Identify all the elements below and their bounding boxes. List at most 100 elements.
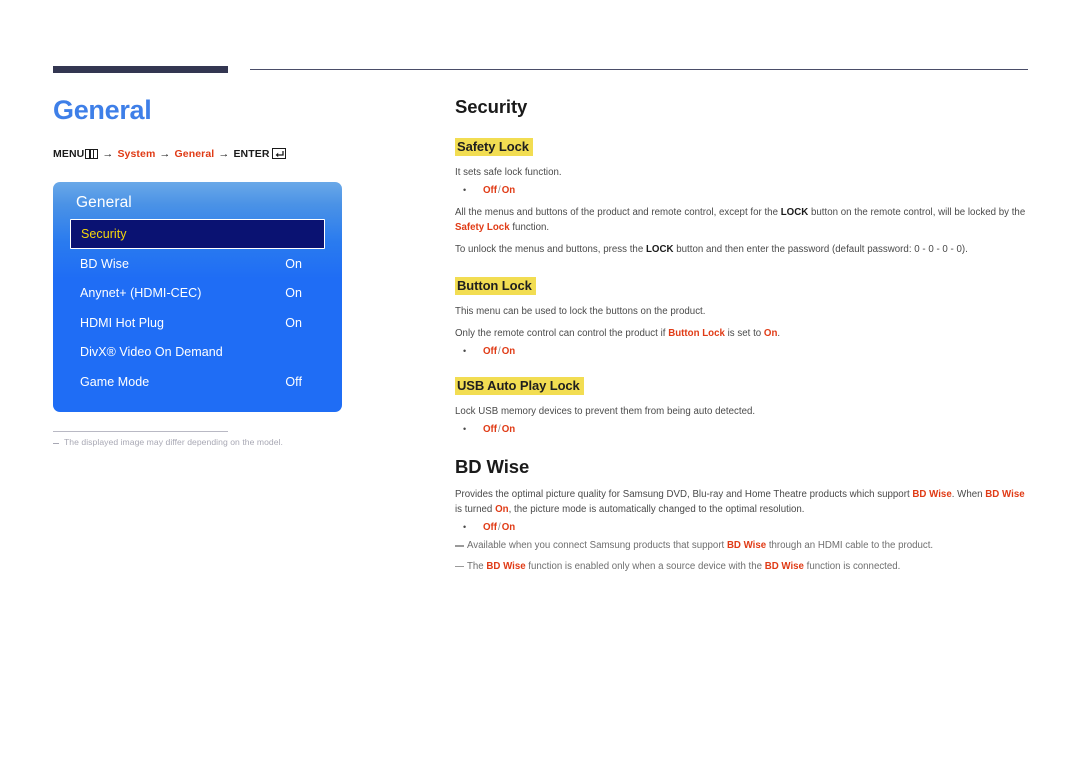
bullet-dot-icon: • <box>463 522 467 533</box>
breadcrumb-enter-label: ENTER <box>233 147 270 160</box>
bullet-dot-icon: • <box>463 346 467 357</box>
safety-lock-para-2: All the menus and buttons of the product… <box>455 205 1028 235</box>
bd-wise-name: BD Wise <box>726 540 767 552</box>
footnote-text: The displayed image may differ depending… <box>64 437 283 447</box>
button-lock-on-value: On <box>763 328 778 340</box>
bd-wise-desc-c: is turned <box>455 504 496 516</box>
osd-item-label: DivX® Video On Demand <box>80 345 223 360</box>
osd-item-value: On <box>285 286 302 301</box>
osd-item-label: HDMI Hot Plug <box>80 315 165 330</box>
breadcrumb-system-label: System <box>117 147 156 160</box>
safety-lock-desc: It sets safe lock function. <box>455 167 562 178</box>
option-on: On <box>501 185 516 197</box>
safety-lock-options: • Off/On <box>455 185 1028 196</box>
osd-item-label: BD Wise <box>80 256 129 271</box>
osd-item-game-mode[interactable]: Game Mode Off <box>70 367 325 397</box>
bullet-dot-icon: • <box>463 185 467 196</box>
breadcrumb-arrow-2: → <box>159 147 171 160</box>
bd-wise-note-1-b: through an HDMI cable to the product. <box>766 540 934 552</box>
page-title: General <box>53 95 152 125</box>
breadcrumb-arrow-1: → <box>102 147 114 160</box>
breadcrumb: MENU → System → General → ENTER <box>53 148 413 160</box>
safety-lock-para-2-b: button on the remote control, will be lo… <box>808 207 1026 219</box>
button-lock-desc-2: Only the remote control can control the … <box>455 326 1028 341</box>
osd-footnote: The displayed image may differ depending… <box>53 437 383 447</box>
subsection-heading-usb-auto-play-lock: USB Auto Play Lock <box>455 377 584 396</box>
header-rule-thick <box>53 66 228 73</box>
safety-lock-para-3: To unlock the menus and buttons, press t… <box>455 242 1028 257</box>
subsection-heading-button-lock: Button Lock <box>455 277 536 296</box>
button-lock-desc-1: This menu can be used to lock the button… <box>455 306 706 318</box>
breadcrumb-menu-label: MENU <box>53 147 85 160</box>
option-on: On <box>501 346 516 358</box>
button-lock-desc-2-c: . <box>777 328 781 340</box>
menu-grid-icon <box>85 148 99 159</box>
button-lock-name: Button Lock <box>668 328 725 340</box>
bd-wise-desc-b: . When <box>951 489 986 501</box>
osd-item-bd-wise[interactable]: BD Wise On <box>70 249 325 279</box>
bd-wise-options: • Off/On <box>455 522 1028 533</box>
subsection-heading-safety-lock: Safety Lock <box>455 138 533 156</box>
usb-auto-play-lock-options: • Off/On <box>455 424 1028 435</box>
bd-wise-note-2-a: The <box>467 560 487 572</box>
osd-menu-panel: General Security BD Wise On Anynet+ (HDM… <box>53 182 342 412</box>
osd-item-hdmi-hot-plug[interactable]: HDMI Hot Plug On <box>70 308 325 338</box>
safety-lock-para-3-a: To unlock the menus and buttons, press t… <box>455 244 646 256</box>
lock-button-name: LOCK <box>780 207 809 219</box>
bd-wise-on-value: On <box>495 504 509 516</box>
bd-wise-desc-a: Provides the optimal picture quality for… <box>455 489 913 501</box>
note-dash-icon <box>455 565 464 568</box>
button-lock-desc-2-a: Only the remote control can control the … <box>455 328 669 340</box>
safety-lock-para-2-c: function. <box>509 222 550 234</box>
subsection-usb-auto-play-lock: USB Auto Play Lock <box>455 377 1028 396</box>
bd-wise-desc-d: , the picture mode is automatically chan… <box>508 504 805 516</box>
bd-wise-note-1-a: Available when you connect Samsung produ… <box>467 540 727 552</box>
osd-item-value: On <box>285 256 302 271</box>
usb-auto-play-lock-desc: Lock USB memory devices to prevent them … <box>455 406 756 418</box>
bd-wise-note-2-b: function is enabled only when a source d… <box>525 560 765 572</box>
option-on: On <box>501 522 516 534</box>
breadcrumb-general-label: General <box>174 147 215 160</box>
osd-item-label: Game Mode <box>80 374 150 389</box>
bd-wise-name: BD Wise <box>985 489 1025 501</box>
osd-menu-list: Security BD Wise On Anynet+ (HDMI-CEC) O… <box>53 219 342 397</box>
option-on: On <box>501 424 516 436</box>
osd-item-value: Off <box>285 374 302 389</box>
osd-item-anynet[interactable]: Anynet+ (HDMI-CEC) On <box>70 279 325 309</box>
osd-item-label: Security <box>81 227 127 241</box>
lock-button-name: LOCK <box>645 244 674 256</box>
safety-lock-para-3-b: button and then enter the password (defa… <box>673 244 968 256</box>
osd-item-security[interactable]: Security <box>70 219 325 249</box>
footnote-divider <box>53 431 228 432</box>
section-heading-bd-wise: BD Wise <box>455 456 530 478</box>
option-off: Off <box>483 522 497 534</box>
subsection-button-lock: Button Lock <box>455 277 1028 296</box>
osd-item-value: On <box>285 315 302 330</box>
osd-item-divx-vod[interactable]: DivX® Video On Demand <box>70 338 325 368</box>
bd-wise-note-2: The BD Wise function is enabled only whe… <box>455 560 1028 575</box>
note-dash-icon <box>455 545 464 547</box>
button-lock-desc-2-b: is set to <box>724 328 764 340</box>
header-rule-thin <box>250 69 1028 70</box>
enter-key-icon <box>271 148 286 160</box>
breadcrumb-arrow-3: → <box>218 147 230 160</box>
right-column: Security Safety Lock It sets safe lock f… <box>455 96 1028 574</box>
bd-wise-desc: Provides the optimal picture quality for… <box>455 487 1028 517</box>
left-column: General MENU → System → General → ENTER <box>53 95 413 160</box>
safety-lock-para-2-a: All the menus and buttons of the product… <box>455 207 781 219</box>
option-off: Off <box>483 346 497 358</box>
bd-wise-note-1: Available when you connect Samsung produ… <box>455 539 1028 554</box>
subsection-safety-lock: Safety Lock <box>455 138 1028 156</box>
bd-wise-note-2-c: function is connected. <box>803 560 901 572</box>
header-rule <box>53 66 1028 76</box>
button-lock-options: • Off/On <box>455 346 1028 357</box>
osd-panel-title: General <box>76 194 132 211</box>
safety-lock-name: Safety Lock <box>455 222 510 234</box>
osd-item-label: Anynet+ (HDMI-CEC) <box>80 286 202 301</box>
bd-wise-name: BD Wise <box>764 560 804 572</box>
bd-wise-name: BD Wise <box>912 489 952 501</box>
option-off: Off <box>483 185 497 197</box>
option-off: Off <box>483 424 497 436</box>
section-heading-security: Security <box>455 96 528 117</box>
bullet-dot-icon: • <box>463 424 467 435</box>
